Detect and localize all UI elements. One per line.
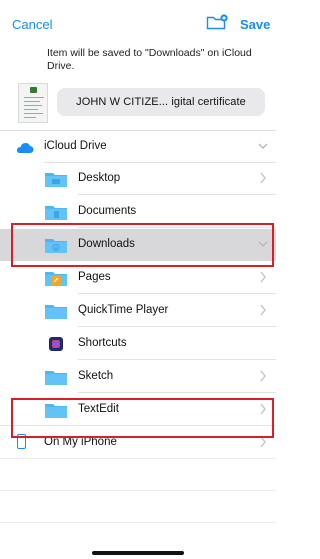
- shortcuts-icon: [45, 336, 67, 352]
- row-separator: [78, 392, 276, 393]
- divider: [0, 458, 276, 459]
- document-thumbnail: [18, 83, 48, 123]
- chevron-right-icon: [258, 171, 268, 185]
- thumbnail-line: [24, 109, 38, 110]
- document-name-field[interactable]: JOHN W CITIZE... igital certificate: [57, 88, 265, 116]
- folder-label: Shortcuts: [78, 337, 127, 349]
- folder-row-documents[interactable]: Documents: [0, 196, 276, 228]
- divider: [0, 522, 276, 523]
- iphone-icon: [17, 434, 26, 449]
- home-indicator: [92, 551, 184, 555]
- folder-label: Documents: [78, 205, 137, 217]
- folder-pages-icon: [45, 270, 67, 286]
- folder-icon: [45, 369, 67, 385]
- cloud-icon: [14, 141, 34, 153]
- row-separator: [78, 194, 276, 195]
- chevron-down-icon[interactable]: [258, 139, 268, 153]
- divider: [0, 490, 276, 491]
- folder-row-downloads[interactable]: Downloads: [0, 229, 276, 261]
- chevron-right-icon: [258, 402, 268, 416]
- folder-row-textedit[interactable]: TextEdit: [0, 394, 276, 426]
- folder-label: Downloads: [78, 238, 135, 250]
- new-folder-icon[interactable]: [206, 14, 228, 30]
- location-label: iCloud Drive: [44, 140, 107, 152]
- folder-icon: [45, 171, 67, 187]
- folder-icon: [45, 402, 67, 418]
- thumbnail-line: [24, 117, 36, 118]
- location-on-my-iphone[interactable]: On My iPhone: [0, 426, 276, 459]
- save-button[interactable]: Save: [240, 17, 270, 32]
- folder-icon: [45, 303, 67, 319]
- chevron-right-icon: [258, 369, 268, 383]
- chevron-right-icon: [258, 435, 268, 449]
- folder-label: Desktop: [78, 172, 121, 184]
- location-icloud-drive[interactable]: iCloud Drive: [0, 131, 276, 163]
- chevron-right-icon: [258, 303, 268, 317]
- folder-label: QuickTime Player: [78, 304, 169, 316]
- folder-downloads-icon: [45, 237, 67, 253]
- row-separator: [78, 359, 276, 360]
- thumbnail-line: [24, 105, 42, 106]
- thumbnail-line: [24, 113, 43, 114]
- folder-row-sketch[interactable]: Sketch: [0, 361, 276, 393]
- folder-row-pages[interactable]: Pages: [0, 262, 276, 294]
- certificate-seal-icon: [30, 87, 37, 93]
- folder-label: Sketch: [78, 370, 114, 382]
- thumbnail-line: [24, 97, 44, 98]
- chevron-down-icon[interactable]: [258, 237, 268, 251]
- top-bar: Cancel Save: [0, 0, 276, 44]
- row-separator: [78, 227, 276, 228]
- row-separator: [78, 293, 276, 294]
- row-separator: [78, 326, 276, 327]
- folder-label: Pages: [78, 271, 111, 283]
- chevron-right-icon: [258, 270, 268, 284]
- location-label: On My iPhone: [44, 436, 117, 448]
- cancel-button[interactable]: Cancel: [12, 17, 52, 32]
- folder-row-desktop[interactable]: Desktop: [0, 163, 276, 195]
- folder-label: TextEdit: [78, 403, 119, 415]
- folder-icon: [45, 204, 67, 220]
- folder-row-quicktime-player[interactable]: QuickTime Player: [0, 295, 276, 327]
- folder-row-shortcuts[interactable]: Shortcuts: [0, 328, 276, 360]
- thumbnail-line: [24, 101, 40, 102]
- save-destination-info: Item will be saved to "Downloads" on iCl…: [47, 47, 252, 72]
